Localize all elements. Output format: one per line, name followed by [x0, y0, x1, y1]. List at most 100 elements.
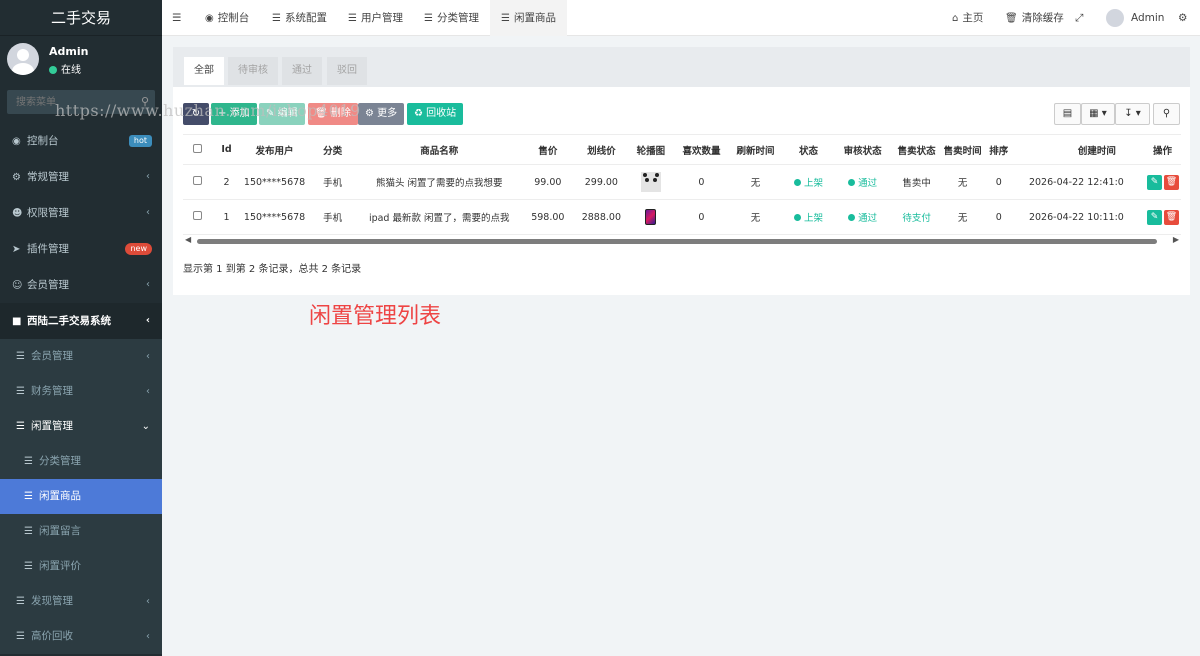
col-sale-time[interactable]: 售卖时间	[943, 134, 982, 165]
cell-user: 150****5678	[241, 164, 309, 200]
table-row[interactable]: 1 150****5678 手机 ipad 最新款 闲置了，需要的点我 598.…	[183, 199, 1181, 235]
sidebar-item-xilu-member[interactable]: ☰ 会员管理 ‹	[0, 339, 162, 374]
chevron-left-icon: ‹	[146, 351, 150, 362]
list-icon: ☰	[424, 13, 433, 24]
select-all-checkbox[interactable]	[193, 143, 202, 153]
scroll-right-icon[interactable]: ▶	[1173, 235, 1179, 244]
user-status-text: 在线	[61, 65, 81, 76]
tab-users[interactable]: ☰ 用户管理	[348, 0, 403, 36]
cell-status[interactable]: 上架	[781, 199, 836, 235]
chevron-left-icon: ‹	[146, 386, 150, 397]
columns-icon[interactable]: ▦ ▾	[1081, 103, 1115, 125]
col-created[interactable]: 创建时间	[1015, 134, 1126, 165]
sidebar-item-auth[interactable]: ☻ 权限管理 ‹	[0, 195, 162, 231]
more-button[interactable]: ⚙ 更多	[358, 103, 405, 125]
col-price[interactable]: 售价	[521, 134, 575, 165]
panda-thumbnail-image[interactable]	[640, 172, 661, 192]
recycle-icon: ♻	[414, 108, 423, 119]
scroll-left-icon[interactable]: ◀	[185, 235, 191, 244]
tab-approved[interactable]: 通过	[282, 57, 322, 85]
col-sort[interactable]: 排序	[981, 134, 1016, 165]
col-id[interactable]: Id	[212, 134, 242, 165]
horizontal-scrollbar[interactable]: ◀ ▶	[183, 235, 1181, 245]
audit-text: 通过	[858, 213, 878, 224]
cogs-icon: ⚙	[12, 172, 21, 183]
cell-status[interactable]: 上架	[781, 164, 836, 200]
col-image[interactable]: 轮播图	[628, 134, 674, 165]
table-row[interactable]: 2 150****5678 手机 熊猫头 闲置了需要的点我想要 99.00 29…	[183, 164, 1181, 200]
col-category[interactable]: 分类	[308, 134, 358, 165]
cell-refresh: 无	[729, 164, 782, 200]
download-icon[interactable]: ↧ ▾	[1115, 103, 1150, 125]
cell-audit[interactable]: 通过	[835, 199, 890, 235]
delete-row-button[interactable]: 🗑	[1164, 209, 1179, 225]
menu-toggle-icon[interactable]: ☰	[172, 0, 181, 36]
cell-audit[interactable]: 通过	[835, 164, 890, 200]
home-label: 主页	[962, 12, 984, 24]
admin-menu[interactable]: Admin	[1106, 0, 1164, 36]
sidebar-item-member[interactable]: ☺ 会员管理 ‹	[0, 267, 162, 303]
cell-sale-time: 无	[943, 199, 982, 235]
user-panel: Admin 在线	[0, 36, 162, 86]
tab-pending[interactable]: 待审核	[228, 57, 278, 85]
sidebar-item-addon[interactable]: ➤ 插件管理 new	[0, 231, 162, 267]
edit-row-button[interactable]: ✎	[1147, 209, 1162, 225]
edit-row-button[interactable]: ✎	[1147, 174, 1162, 190]
sidebar-item-finance[interactable]: ☰ 财务管理 ‹	[0, 374, 162, 409]
col-name[interactable]: 商品名称	[357, 134, 522, 165]
tab-config[interactable]: ☰ 系统配置	[272, 0, 327, 36]
export-icon[interactable]: ▤	[1054, 103, 1081, 125]
sidebar-item-xilu-system[interactable]: ■ 西陆二手交易系统 ‹	[0, 303, 162, 339]
sidebar-item-general[interactable]: ⚙ 常规管理 ‹	[0, 159, 162, 195]
tab-idle-goods[interactable]: ☰ 闲置商品	[490, 0, 567, 36]
col-audit[interactable]: 审核状态	[835, 134, 890, 165]
cell-price: 99.00	[521, 164, 575, 200]
sidebar-item-idle-goods[interactable]: ☰ 闲置商品	[0, 479, 162, 514]
col-likes[interactable]: 喜欢数量	[673, 134, 730, 165]
chevron-left-icon: ‹	[146, 631, 150, 642]
tab-all[interactable]: 全部	[184, 57, 224, 85]
search-toggle-icon[interactable]: ⚲	[1153, 103, 1180, 125]
sidebar-item-label: 控制台	[27, 135, 59, 147]
status-dot-icon	[794, 179, 802, 186]
status-dot-icon	[794, 214, 802, 221]
col-orig-price[interactable]: 划线价	[574, 134, 629, 165]
topbar: ☰ ◉ 控制台 ☰ 系统配置 ☰ 用户管理 ☰ 分类管理 ☰ 闲置商品 ⌂ 主页 🗑 清除缓存…	[162, 0, 1200, 36]
sidebar-item-idle-review[interactable]: ☰ 闲置评价	[0, 549, 162, 584]
tab-category[interactable]: ☰ 分类管理	[424, 0, 479, 36]
table-header-row: Id 发布用户 分类 商品名称 售价 划线价 轮播图 喜欢数量 刷新时间 状态 …	[183, 134, 1181, 165]
sidebar-item-label: 插件管理	[27, 243, 69, 255]
sidebar-item-dashboard[interactable]: ◉ 控制台 hot	[0, 123, 162, 159]
col-sale-status[interactable]: 售卖状态	[889, 134, 944, 165]
sidebar-item-recycle[interactable]: ☰ 高价回收 ‹	[0, 619, 162, 654]
new-badge: new	[125, 243, 152, 255]
page-caption: 闲置管理列表	[309, 304, 442, 329]
brand-title[interactable]: 二手交易	[0, 0, 162, 36]
tab-dashboard[interactable]: ◉ 控制台	[205, 0, 249, 36]
sidebar-item-category[interactable]: ☰ 分类管理	[0, 444, 162, 479]
col-status[interactable]: 状态	[781, 134, 836, 165]
tab-label: 系统配置	[284, 12, 327, 24]
tab-rejected[interactable]: 驳回	[327, 57, 367, 85]
ipad-thumbnail-image[interactable]	[645, 209, 657, 225]
row-checkbox[interactable]	[193, 211, 202, 220]
home-link[interactable]: ⌂ 主页	[952, 0, 983, 36]
sidebar-item-discover[interactable]: ☰ 发现管理 ‹	[0, 584, 162, 619]
row-checkbox[interactable]	[193, 176, 202, 185]
sidebar-item-idle[interactable]: ☰ 闲置管理 ⌄	[0, 409, 162, 444]
col-user[interactable]: 发布用户	[241, 134, 309, 165]
chevron-left-icon: ‹	[146, 207, 150, 218]
recycle-bin-button[interactable]: ♻ 回收站	[407, 103, 464, 125]
folder-icon: ■	[12, 316, 22, 327]
watermark: https://www.huzhan.com/ishop4019	[55, 101, 361, 120]
sidebar-item-label: 财务管理	[31, 385, 73, 397]
col-refresh[interactable]: 刷新时间	[729, 134, 782, 165]
fullscreen-icon[interactable]: ⤢	[1075, 0, 1083, 36]
scroll-thumb[interactable]	[197, 239, 1157, 244]
sidebar-item-idle-message[interactable]: ☰ 闲置留言	[0, 514, 162, 549]
settings-icon[interactable]: ⚙	[1178, 0, 1187, 36]
cell-image	[628, 199, 674, 235]
delete-row-button[interactable]: 🗑	[1164, 174, 1179, 190]
rocket-icon: ➤	[12, 244, 21, 255]
clear-cache-button[interactable]: 🗑 清除缓存	[1005, 0, 1064, 36]
